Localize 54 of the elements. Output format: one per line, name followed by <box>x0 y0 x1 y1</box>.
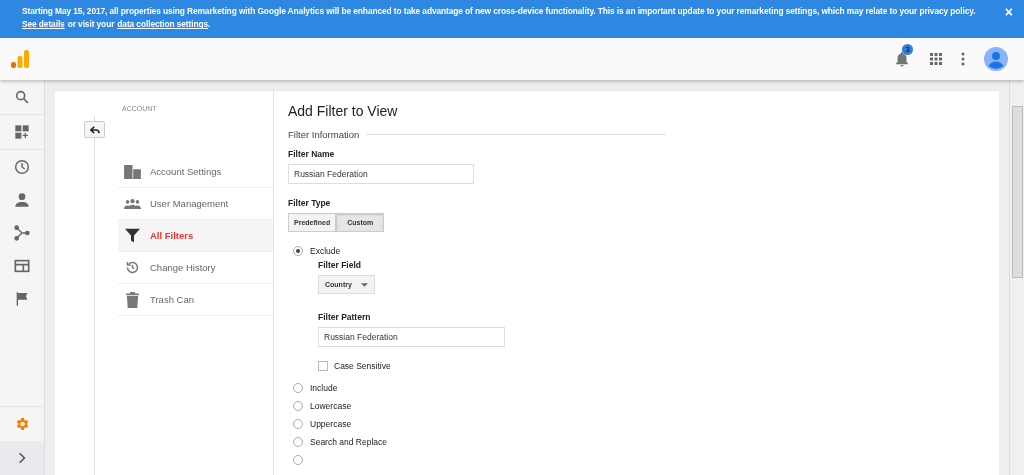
checkbox-label: Case Sensitive <box>334 361 391 371</box>
radio-button[interactable] <box>293 383 303 393</box>
notification-badge: 3 <box>902 44 913 55</box>
period-text: . <box>208 19 211 29</box>
notice-text: or visit your <box>67 19 115 29</box>
dashboard-icon[interactable] <box>14 124 30 140</box>
more-menu-icon[interactable] <box>961 52 965 66</box>
search-icon[interactable] <box>14 89 30 105</box>
option-label: Uppercase <box>310 419 352 429</box>
notice-text: Starting May 15, 2017, all properties using Remarketing with Google Analytics will be enhanced to take advantage of new cross-device functionality. This is an important update to your remarketing settings, which may relate to your privacy policy. <box>22 6 976 16</box>
radio-button[interactable] <box>293 419 303 429</box>
option-label: Exclude <box>310 246 341 256</box>
history-icon <box>124 260 141 275</box>
bar-chart-logo-icon[interactable] <box>10 49 30 69</box>
flag-icon[interactable] <box>14 290 30 307</box>
clock-icon[interactable] <box>14 158 30 175</box>
data-collection-link[interactable]: data collection settings <box>117 19 208 29</box>
expand-chevron-icon[interactable] <box>18 452 26 464</box>
person-icon[interactable] <box>14 191 30 208</box>
radio-button[interactable] <box>293 246 303 256</box>
field-label: Filter Pattern <box>318 312 372 322</box>
radio-button[interactable] <box>293 437 303 447</box>
scrollbar-thumb[interactable] <box>1012 106 1023 278</box>
branch-icon[interactable] <box>14 224 30 241</box>
page-title: Add Filter to View <box>288 103 399 119</box>
option-label: Search and Replace <box>310 437 388 447</box>
browser-window-icon[interactable] <box>14 257 30 274</box>
avatar-icon[interactable] <box>984 47 1008 71</box>
building-icon <box>124 164 141 179</box>
field-label: Filter Name <box>288 149 336 159</box>
field-label: Filter Type <box>288 198 332 208</box>
back-button[interactable] <box>84 121 105 138</box>
filter-icon <box>124 228 141 243</box>
dropdown-caret-icon <box>360 282 368 287</box>
account-menu-item[interactable]: Change History <box>118 252 273 284</box>
trash-icon <box>124 291 141 308</box>
option-label: Lowercase <box>310 401 352 411</box>
back-arrow-icon <box>89 125 100 134</box>
account-menu-item[interactable]: All Filters <box>118 220 273 252</box>
field-label: Filter Field <box>318 260 362 270</box>
radio-button[interactable] <box>293 401 303 411</box>
option-label: Include <box>310 383 338 393</box>
section-heading: Filter Information <box>288 129 360 140</box>
filter-pattern-field[interactable]: Russian Federation <box>318 327 505 347</box>
close-button[interactable]: × <box>1004 5 1013 19</box>
checkbox[interactable] <box>318 361 328 371</box>
account-menu-item[interactable]: Account Settings <box>118 156 273 188</box>
bell-icon[interactable] <box>893 50 911 68</box>
see-details-link[interactable]: See details <box>22 19 65 29</box>
apps-grid-icon[interactable] <box>930 53 942 65</box>
filter-name-field[interactable]: Russian Federation <box>288 164 474 184</box>
account-menu-item[interactable]: Trash Can <box>118 284 273 316</box>
radio-button[interactable] <box>293 455 303 465</box>
people-icon <box>124 198 141 209</box>
